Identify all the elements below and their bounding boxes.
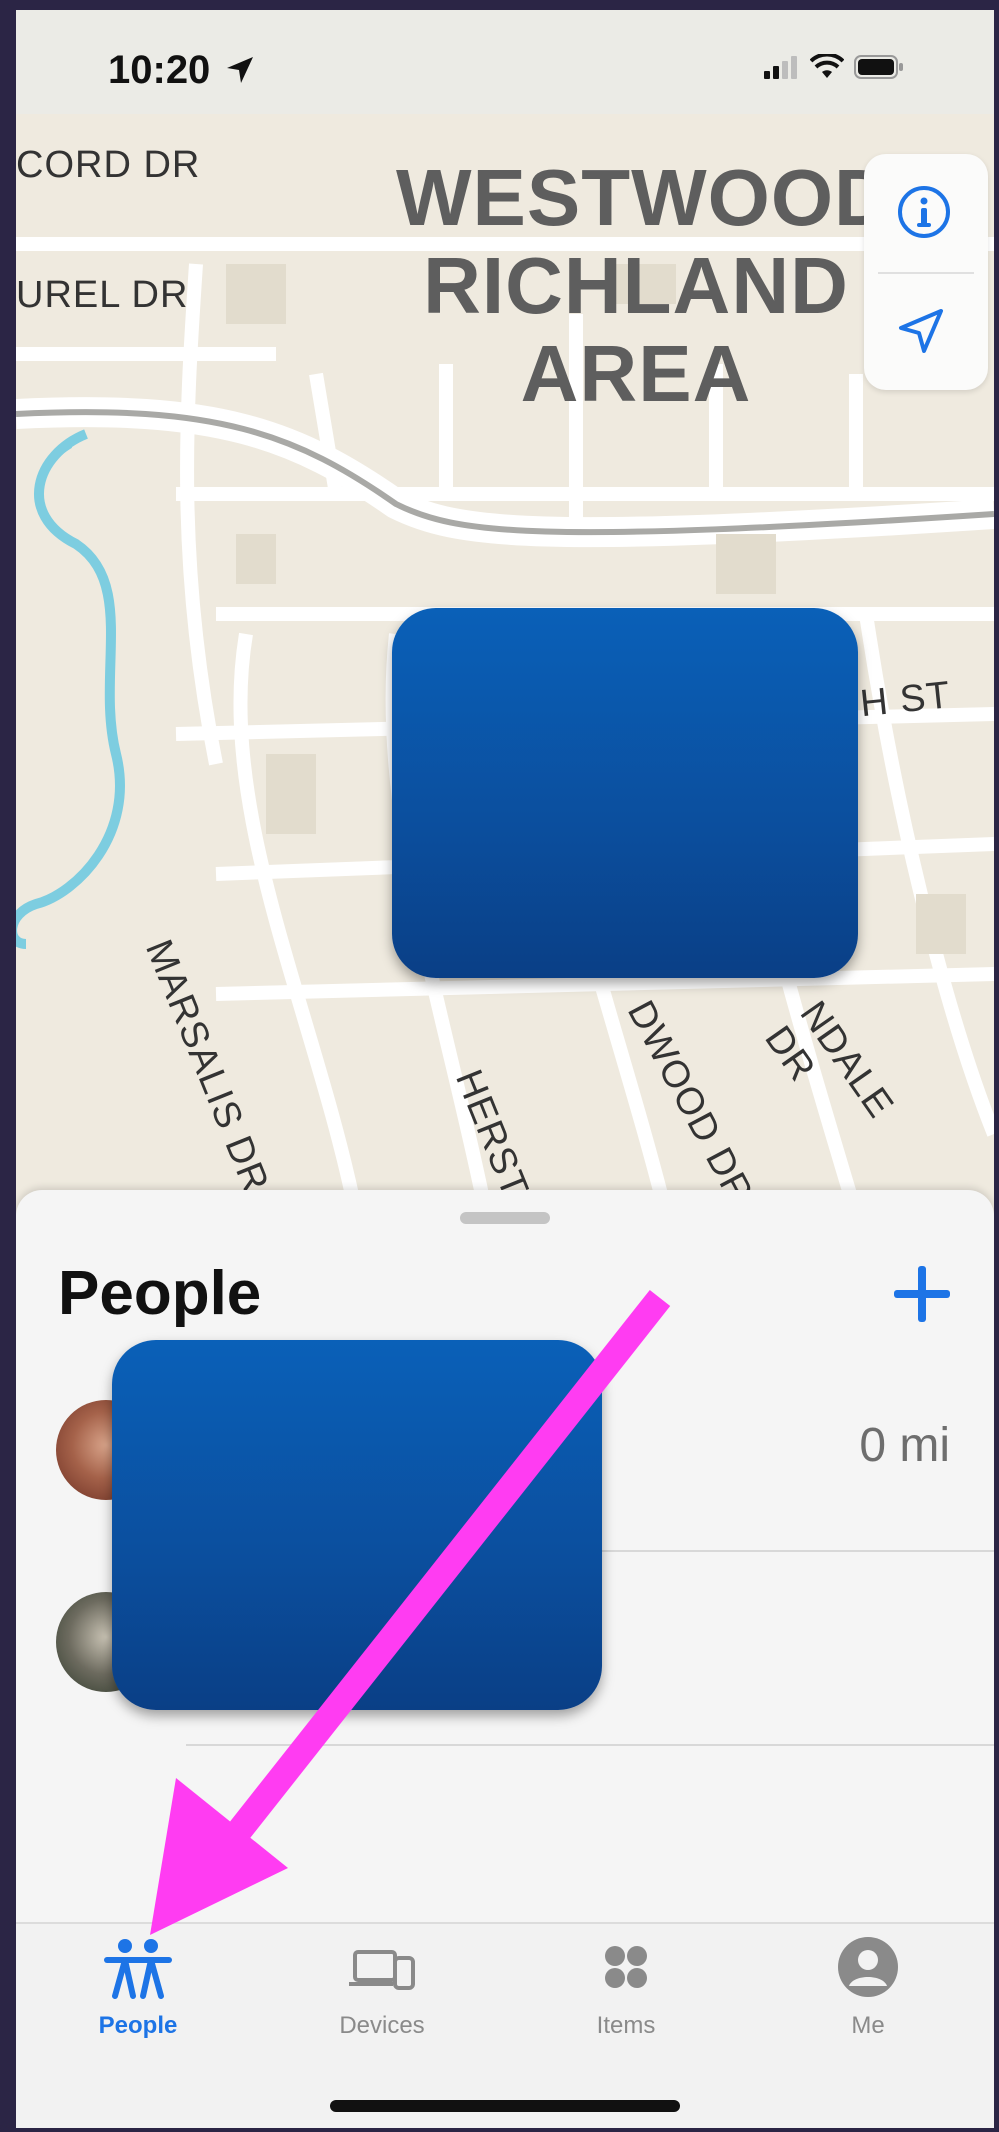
street-label: UREL DR	[16, 274, 189, 316]
redaction-block	[392, 608, 858, 978]
map-area-label-line: WESTWOOD	[396, 153, 893, 242]
redaction-block	[112, 1340, 602, 1710]
plus-icon	[894, 1266, 950, 1322]
location-arrow-icon	[899, 309, 943, 353]
map-area-label-line: AREA	[520, 329, 752, 418]
map-area-label-line: RICHLAND	[423, 241, 849, 330]
location-services-icon	[227, 57, 254, 83]
add-person-button[interactable]	[882, 1254, 962, 1334]
items-icon	[605, 1946, 647, 1988]
status-time: 10:20	[108, 48, 255, 93]
info-icon	[898, 186, 950, 238]
tab-devices[interactable]: Devices	[302, 1934, 462, 2064]
person-distance: 0 mi	[859, 1419, 950, 1472]
phone-screen: 10:20 WESTWOOD RICHLAND AREA CORD DR URE…	[16, 10, 994, 2128]
person-circle-icon	[838, 1937, 898, 1997]
people-icon	[104, 1939, 172, 1999]
tab-label: Me	[851, 2012, 885, 2039]
map-controls-divider	[878, 272, 974, 274]
sheet-title: People	[58, 1259, 262, 1328]
tab-label: Items	[596, 2012, 656, 2039]
tab-label: Devices	[339, 2012, 425, 2039]
info-button[interactable]	[896, 184, 956, 244]
cellular-signal-icon	[764, 56, 797, 79]
tab-label: People	[98, 2012, 178, 2039]
devices-icon	[349, 1950, 415, 1990]
home-indicator	[330, 2100, 680, 2112]
tab-people[interactable]: People	[58, 1934, 218, 2064]
current-location-button[interactable]	[896, 306, 956, 366]
map-area-label: WESTWOOD RICHLAND AREA	[396, 153, 893, 418]
wifi-icon	[810, 54, 844, 78]
status-bar: 10:20	[16, 10, 994, 114]
row-divider	[186, 1744, 994, 1746]
street-label: CORD DR	[16, 144, 201, 186]
map-controls	[864, 154, 988, 390]
status-time-text: 10:20	[108, 48, 211, 92]
tab-me[interactable]: Me	[788, 1934, 948, 2064]
tab-bar: People Devices Items Me	[16, 1922, 994, 2128]
battery-icon	[854, 55, 903, 79]
tab-items[interactable]: Items	[546, 1934, 706, 2064]
status-icons	[764, 54, 904, 80]
sheet-grabber[interactable]	[460, 1212, 550, 1224]
